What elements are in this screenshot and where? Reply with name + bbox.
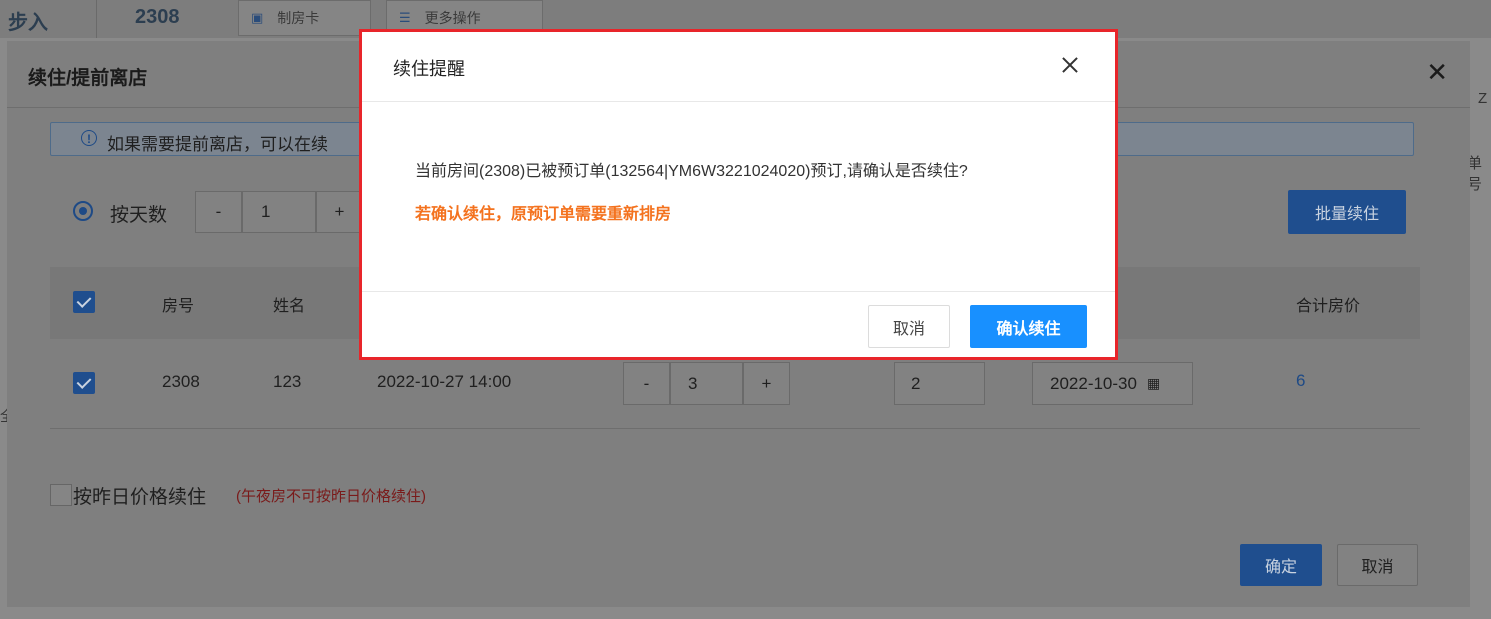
yesterday-price-label: 按昨日价格续住 [73, 487, 207, 508]
make-card-label: 制房卡 [277, 10, 320, 26]
confirm-extend-button[interactable]: 确认续住 [970, 305, 1087, 348]
row-checkin-time: 2022-10-27 14:00 [377, 372, 512, 391]
header-room-no: 房号 [162, 298, 195, 315]
by-days-radio[interactable] [73, 201, 93, 221]
row-total-price[interactable]: 6 [1296, 371, 1305, 391]
divider [50, 428, 1420, 429]
extend-stay-reminder-modal: 续住提醒 当前房间(2308)已被预订单(132564|YM6W32210240… [359, 29, 1118, 360]
row-name: 123 [273, 372, 302, 391]
cancel-button[interactable]: 取消 [1337, 544, 1418, 586]
depart-date-value: 2022-10-30 [1050, 373, 1137, 393]
list-icon: ☰ [399, 10, 411, 25]
divider [96, 0, 97, 38]
row-checkbox[interactable] [73, 372, 95, 394]
alert-text: 如果需要提前离店，可以在续 [107, 135, 328, 154]
make-card-button[interactable]: ▣ 制房卡 [238, 0, 371, 36]
modal-cancel-button[interactable]: 取消 [868, 305, 950, 348]
batch-extend-button[interactable]: 批量续住 [1288, 190, 1406, 234]
step-label: 步入 [8, 12, 48, 34]
row-room-no: 2308 [162, 372, 200, 391]
info-icon: ! [81, 130, 97, 146]
modal-title: 续住提醒 [393, 59, 465, 79]
ok-button[interactable]: 确定 [1240, 544, 1322, 586]
close-icon[interactable] [1059, 54, 1081, 76]
row-depart-date-picker[interactable]: 2022-10-30 ▦ [1032, 362, 1193, 405]
calendar-icon: ▦ [1146, 375, 1161, 391]
select-all-checkbox[interactable] [73, 291, 95, 313]
more-ops-label: 更多操作 [424, 10, 481, 26]
yesterday-price-checkbox[interactable] [50, 484, 72, 506]
card-icon: ▣ [251, 10, 264, 25]
increment-button[interactable]: + [316, 191, 363, 233]
bg-fragment: 单号 [1467, 155, 1483, 193]
room-number: 2308 [135, 6, 180, 28]
header-total-price: 合计房价 [1296, 298, 1361, 315]
reassign-warning: 若确认续住，原预订单需要重新排房 [415, 206, 672, 223]
row-days-input[interactable]: 3 [670, 362, 743, 405]
row-count-input[interactable]: 2 [894, 362, 985, 405]
yesterday-price-note: (午夜房不可按昨日价格续住) [236, 488, 426, 505]
row-days-decrement[interactable]: - [623, 362, 670, 405]
row-days-increment[interactable]: + [743, 362, 790, 405]
divider [362, 291, 1115, 292]
decrement-button[interactable]: - [195, 191, 242, 233]
dialog-title: 续住/提前离店 [28, 68, 148, 89]
bg-fragment: Z [1478, 90, 1488, 107]
divider [362, 101, 1115, 102]
close-icon[interactable]: ✕ [1426, 59, 1448, 85]
reservation-conflict-message: 当前房间(2308)已被预订单(132564|YM6W3221024020)预订… [415, 163, 968, 180]
by-days-label: 按天数 [110, 205, 168, 226]
days-input[interactable]: 1 [242, 191, 316, 233]
header-name: 姓名 [273, 298, 306, 315]
